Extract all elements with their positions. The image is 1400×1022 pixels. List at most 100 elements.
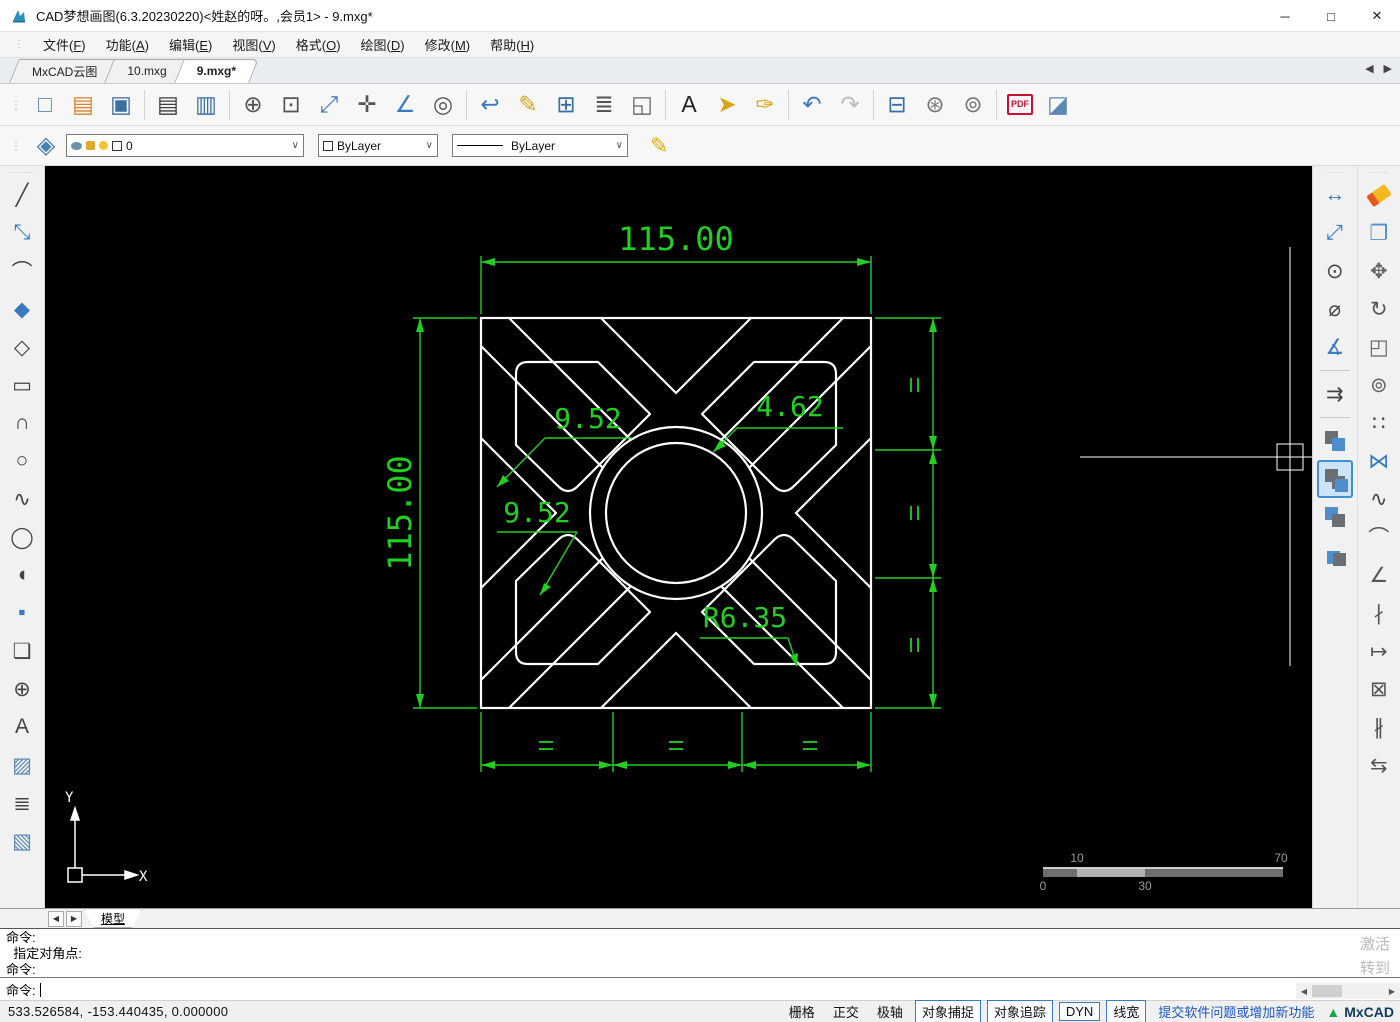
print-button[interactable]: ⊟ (878, 87, 916, 123)
zoom-window-button[interactable]: ⊡ (272, 87, 310, 123)
menu-draw[interactable]: 绘图(D) (351, 35, 415, 56)
save-as-button[interactable]: ▥ (187, 87, 225, 123)
break-tool-button[interactable]: ∦ (1361, 708, 1397, 746)
ellipse-arc-tool-button[interactable]: ◖ (4, 556, 40, 594)
scroll-right-icon[interactable]: ▶ (1384, 987, 1400, 996)
close-button[interactable]: ✕ (1354, 0, 1400, 32)
draworder-2-tool-button[interactable] (1316, 460, 1353, 498)
menu-format[interactable]: 格式(O) (286, 35, 351, 56)
web-publish-button[interactable]: ⊚ (954, 87, 992, 123)
tab-doc-10[interactable]: 10.mxg (109, 59, 184, 83)
command-history[interactable]: 命令: 指定对角点: 命令: 激活 转到 (0, 929, 1400, 978)
sketch-button[interactable]: ✎ (509, 87, 547, 123)
drawing-canvas[interactable]: Y X 115.00 115.00 9.52 9.52 4.62 R6.35 1… (45, 166, 1312, 908)
web-preview-button[interactable]: ⊛ (916, 87, 954, 123)
fillet-tool-button[interactable]: ⌒ (1361, 518, 1397, 556)
layer-list-button[interactable]: ≣ (585, 87, 623, 123)
menu-modify[interactable]: 修改(M) (415, 35, 481, 56)
point-tool-button[interactable]: ▪ (4, 594, 40, 632)
move-tool-button[interactable]: ✥ (1361, 252, 1397, 290)
tab-scroll-left-icon[interactable]: ◀ (1365, 62, 1373, 75)
trim-tool-button[interactable]: ∤ (1361, 594, 1397, 632)
dim-angular-tool-button[interactable]: ∡ (1317, 328, 1353, 366)
draworder-3-tool-button[interactable] (1317, 498, 1353, 536)
tab-scroll-right-icon[interactable]: ▶ (1384, 62, 1392, 75)
menu-help[interactable]: 帮助(H) (480, 35, 544, 56)
scale-tool-button[interactable]: ◰ (1361, 328, 1397, 366)
arc-tool-button[interactable]: ⌒ (4, 252, 40, 290)
feedback-link[interactable]: 提交软件问题或增加新功能 (1158, 1002, 1314, 1021)
dim-quick-tool-button[interactable]: ⇉ (1317, 375, 1353, 413)
explode-tool-button[interactable]: ⊠ (1361, 670, 1397, 708)
copy-tool-button[interactable]: ❐ (1361, 214, 1397, 252)
tab-mxcad-cloud[interactable]: MxCAD云图 (14, 59, 115, 83)
circle-tool-button[interactable]: ○ (4, 442, 40, 480)
line-tool-button[interactable]: ╱ (4, 176, 40, 214)
dim-aligned-tool-button[interactable]: ⤢ (1317, 214, 1353, 252)
dim-radius-tool-button[interactable]: ⊙ (1317, 252, 1353, 290)
view-previous-button[interactable]: ↩ (471, 87, 509, 123)
save-button[interactable]: ▣ (102, 87, 140, 123)
offset-tool-button[interactable]: ⊚ (1361, 366, 1397, 404)
make-block-tool-button[interactable]: ⊕ (4, 670, 40, 708)
layers-icon[interactable]: ◈ (26, 131, 66, 160)
status-toggle-栅格[interactable]: 栅格 (783, 1001, 821, 1022)
pan-button[interactable]: ✛ (348, 87, 386, 123)
mirror-tool-button[interactable]: ⋈ (1361, 442, 1397, 480)
viewport-button[interactable]: ◱ (623, 87, 661, 123)
draworder-4-tool-button[interactable] (1317, 536, 1353, 574)
status-toggle-DYN[interactable]: DYN (1058, 1002, 1101, 1021)
open-folder-button[interactable]: ▤ (149, 87, 187, 123)
status-toggle-线宽[interactable]: 线宽 (1106, 1000, 1147, 1022)
dim-linear-tool-button[interactable]: ↔ (1317, 176, 1353, 214)
linetype-select[interactable]: ByLayer ∨ (452, 134, 628, 157)
dim-diameter-tool-button[interactable]: ⌀ (1317, 290, 1353, 328)
zoom-inout-button[interactable]: ⊕ (234, 87, 272, 123)
color-palette-button[interactable]: ⊞ (547, 87, 585, 123)
layer-select[interactable]: 0 ∨ (66, 134, 304, 157)
open-project-button[interactable]: ▤ (64, 87, 102, 123)
insert-block-tool-button[interactable]: ❏ (4, 632, 40, 670)
polygon-tool-button[interactable]: ◇ (4, 328, 40, 366)
pdf-export-button[interactable]: PDF (1001, 87, 1039, 123)
rotate-tool-button[interactable]: ↻ (1361, 290, 1397, 328)
undo-button[interactable]: ↶ (793, 87, 831, 123)
zoom-dynamic-button[interactable]: ∠ (386, 87, 424, 123)
command-hscrollbar[interactable]: ◀ ▶ (1296, 983, 1400, 999)
redo-button[interactable]: ↷ (831, 87, 869, 123)
status-toggle-对象捕捉[interactable]: 对象捕捉 (914, 1000, 981, 1022)
ellipse-tool-button[interactable]: ◯ (4, 518, 40, 556)
text-tool-button[interactable]: A (4, 708, 40, 746)
layout-next-icon[interactable]: ▶ (66, 910, 82, 927)
image-tool-button[interactable]: ▨ (4, 746, 40, 784)
menu-view[interactable]: 视图(V) (222, 35, 285, 56)
new-file-button[interactable]: □ (26, 87, 64, 123)
mtext-tool-button[interactable]: ≣ (4, 784, 40, 822)
status-toggle-对象追踪[interactable]: 对象追踪 (986, 1000, 1053, 1022)
color-select[interactable]: ByLayer ∨ (318, 134, 438, 157)
rectangle-tool-button[interactable]: ▭ (4, 366, 40, 404)
menu-edit[interactable]: 编辑(E) (159, 35, 222, 56)
layout-prev-icon[interactable]: ◀ (48, 910, 64, 927)
status-toggle-正交[interactable]: 正交 (827, 1001, 865, 1022)
maximize-button[interactable]: □ (1308, 0, 1354, 32)
minimize-button[interactable]: ─ (1262, 0, 1308, 32)
customize-button[interactable]: ✑ (746, 87, 784, 123)
insert-image-button[interactable]: ◪ (1039, 87, 1077, 123)
join-tool-button[interactable]: ⇆ (1361, 746, 1397, 784)
draworder-1-tool-button[interactable] (1317, 422, 1353, 460)
quick-select-button[interactable]: ➤ (708, 87, 746, 123)
arc-3p-tool-button[interactable]: ∩ (4, 404, 40, 442)
spline-tool-button[interactable]: ∿ (4, 480, 40, 518)
draw-pencil-icon[interactable]: ✎ (650, 133, 668, 159)
model-tab[interactable]: 模型 (84, 910, 142, 928)
status-toggle-极轴[interactable]: 极轴 (871, 1001, 909, 1022)
menu-file[interactable]: 文件(F) (33, 35, 96, 56)
spline-edit-tool-button[interactable]: ∿ (1361, 480, 1397, 518)
zoom-center-button[interactable]: ◎ (424, 87, 462, 123)
zoom-extents-button[interactable]: ⤢ (310, 87, 348, 123)
menu-function[interactable]: 功能(A) (96, 35, 159, 56)
array-tool-button[interactable]: ∷ (1361, 404, 1397, 442)
polygon-filled-tool-button[interactable]: ◆ (4, 290, 40, 328)
chamfer-tool-button[interactable]: ∠ (1361, 556, 1397, 594)
